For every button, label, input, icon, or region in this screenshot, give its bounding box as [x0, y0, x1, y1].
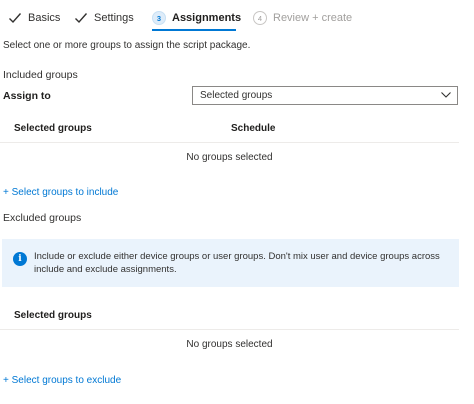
active-step-indicator [152, 29, 236, 31]
table-divider [0, 142, 459, 143]
step-basics-label: Basics [28, 12, 61, 24]
chevron-down-icon [441, 92, 451, 98]
step-review-create: 4 Review + create [253, 10, 352, 26]
step-assignments[interactable]: 3 Assignments [152, 10, 241, 26]
excluded-groups-title: Excluded groups [3, 212, 82, 224]
checkmark-icon [75, 13, 88, 24]
column-header-selected-groups: Selected groups [14, 123, 92, 134]
assign-to-value: Selected groups [200, 90, 273, 101]
excluded-empty-state: No groups selected [186, 339, 273, 350]
assign-to-dropdown[interactable]: Selected groups [192, 86, 458, 105]
step-number-badge: 3 [152, 11, 166, 25]
select-groups-to-include-link[interactable]: + Select groups to include [3, 187, 118, 198]
step-basics[interactable]: Basics [8, 10, 60, 26]
assign-to-label: Assign to [3, 90, 51, 102]
column-header-selected-groups-excluded: Selected groups [14, 310, 92, 321]
step-settings[interactable]: Settings [74, 10, 134, 26]
step-settings-label: Settings [94, 12, 134, 24]
info-banner-text: Include or exclude either device groups … [34, 251, 440, 275]
included-empty-state: No groups selected [186, 152, 273, 163]
select-groups-to-exclude-link[interactable]: + Select groups to exclude [3, 375, 121, 386]
table-divider [0, 329, 459, 330]
step-number-badge: 4 [253, 11, 267, 25]
info-banner: i Include or exclude either device group… [2, 239, 459, 287]
step-assignments-label: Assignments [172, 12, 242, 24]
column-header-schedule: Schedule [231, 123, 276, 134]
checkmark-icon [9, 13, 22, 24]
wizard-steps: Basics Settings 3 Assignments 4 Review +… [0, 0, 474, 34]
info-icon: i [13, 252, 27, 266]
included-groups-title: Included groups [3, 69, 78, 81]
step-review-label: Review + create [273, 12, 353, 24]
page-description: Select one or more groups to assign the … [3, 40, 251, 51]
